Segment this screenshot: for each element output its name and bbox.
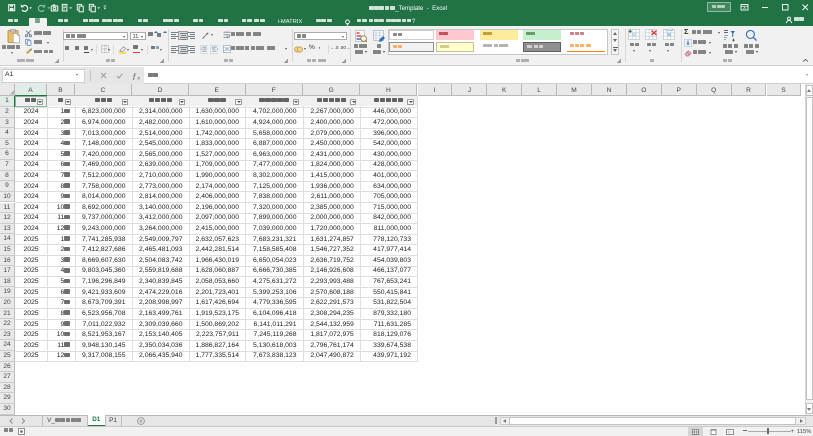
svg-text:f: f — [133, 72, 137, 80]
svg-text:x: x — [137, 75, 141, 80]
